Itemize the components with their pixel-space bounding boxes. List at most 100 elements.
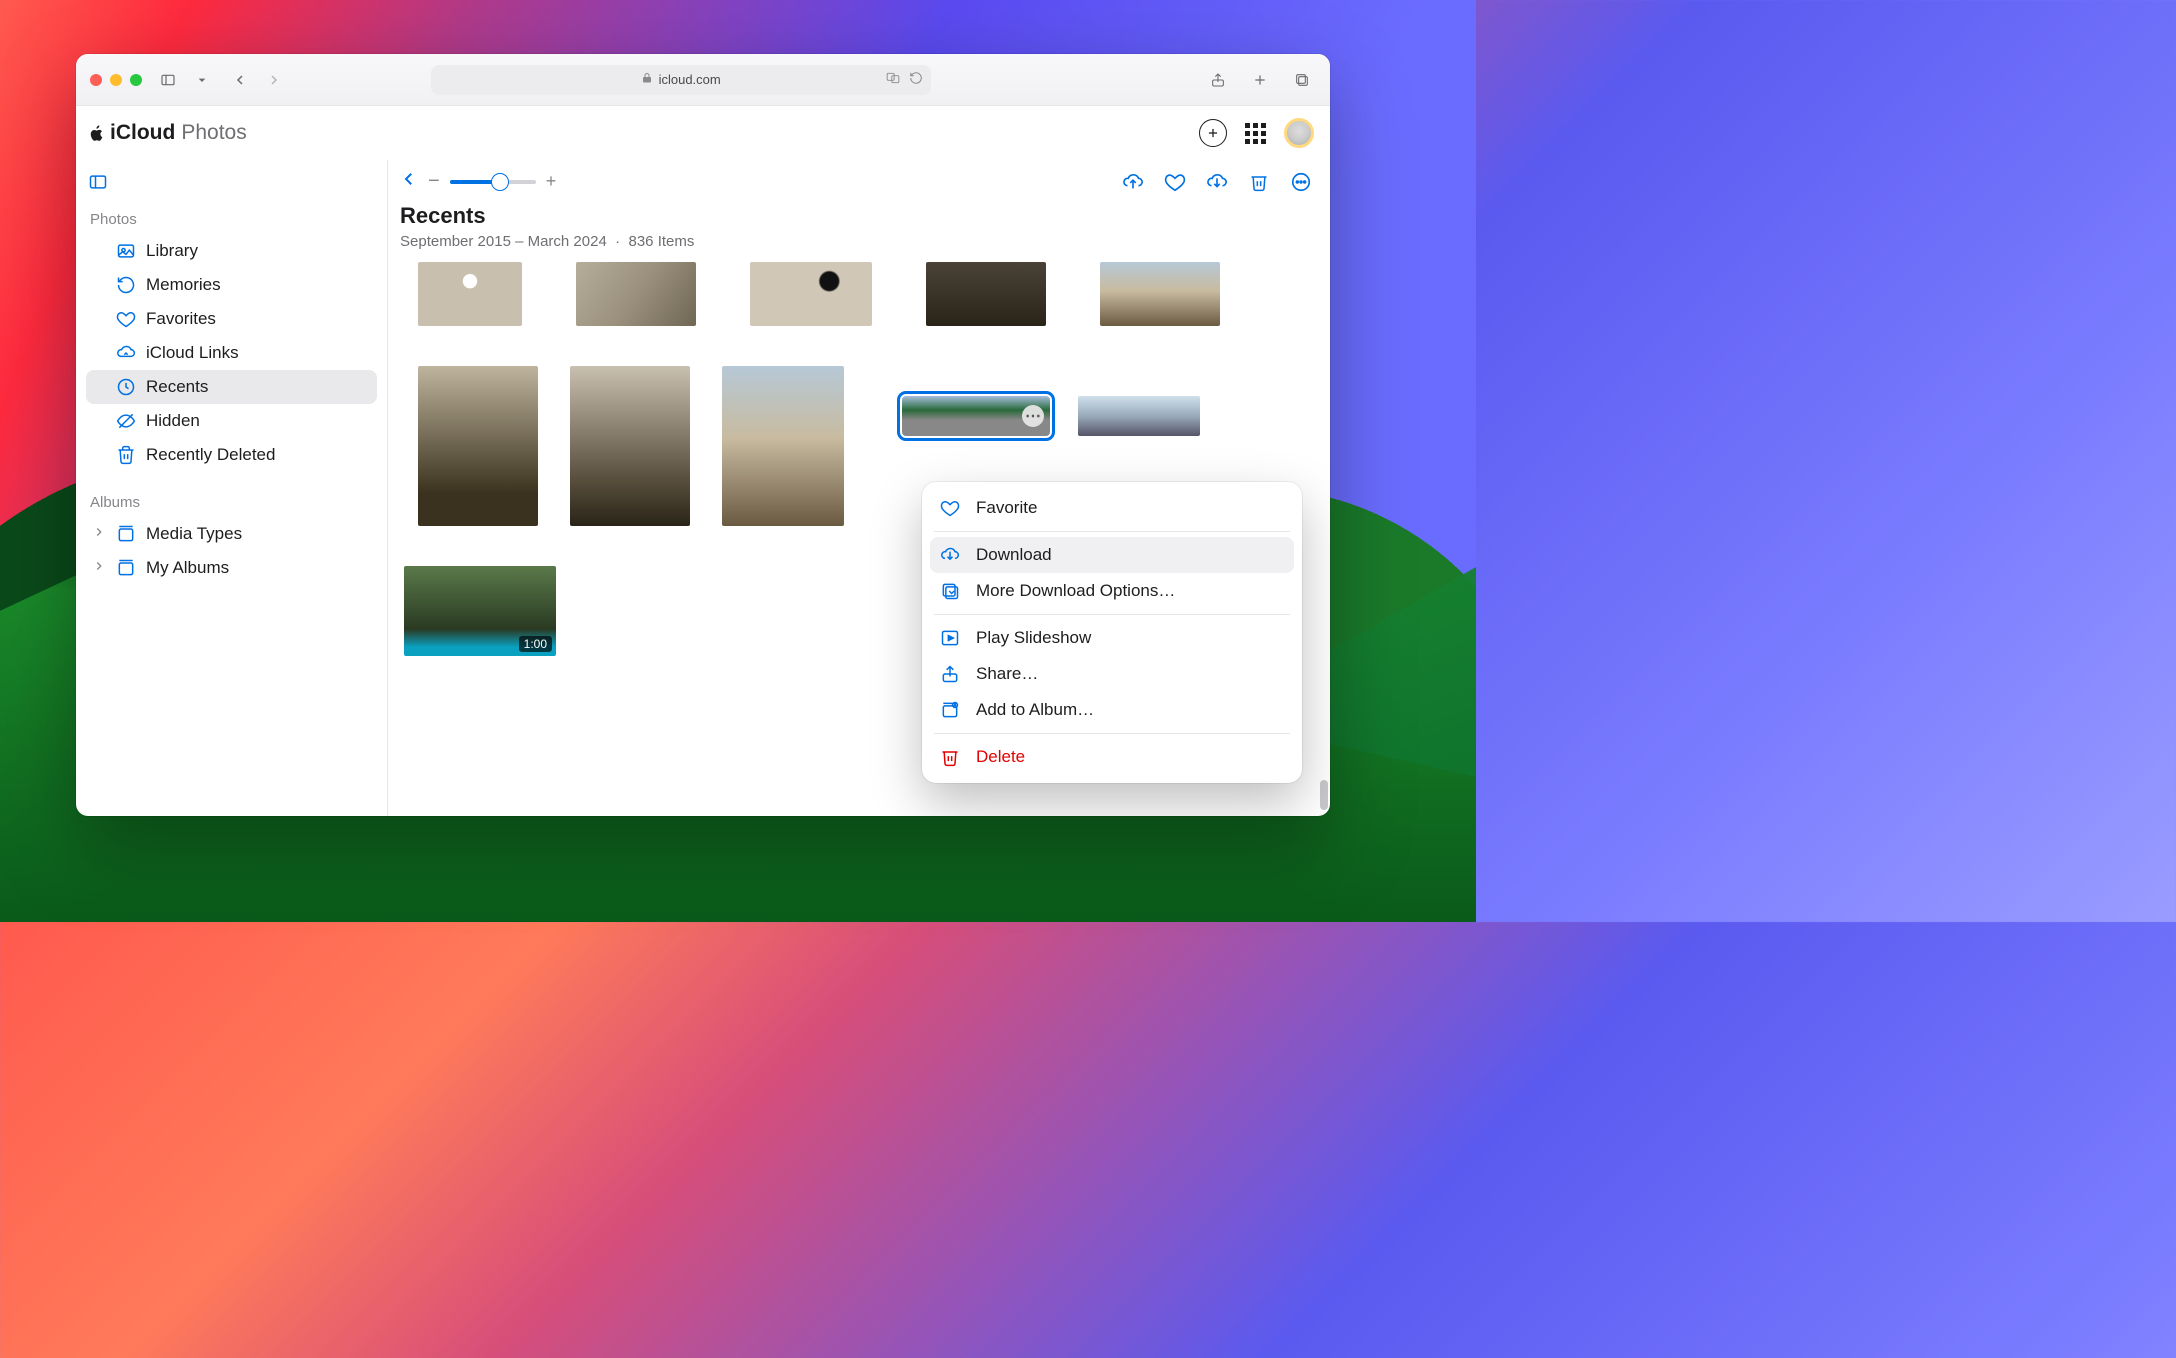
menu-download[interactable]: Download xyxy=(930,537,1294,573)
content-heading: Recents September 2015 – March 2024 · 83… xyxy=(388,197,1330,254)
brand-label: iCloud xyxy=(110,121,175,145)
sidebar-item-favorites[interactable]: Favorites xyxy=(86,302,377,336)
lock-icon xyxy=(641,72,653,87)
menu-label: Favorite xyxy=(976,498,1037,518)
memories-icon xyxy=(116,275,138,295)
sidebar-label: Favorites xyxy=(146,309,216,329)
play-icon xyxy=(940,628,962,648)
more-icon[interactable] xyxy=(1290,171,1312,193)
sidebar-label: My Albums xyxy=(146,558,229,578)
new-tab-button[interactable] xyxy=(1246,66,1274,94)
photo-thumb[interactable] xyxy=(418,366,538,526)
library-icon xyxy=(116,241,138,261)
photo-thumb[interactable] xyxy=(926,262,1046,326)
cloud-link-icon xyxy=(116,343,138,363)
menu-more-download[interactable]: More Download Options… xyxy=(930,573,1294,609)
app-title[interactable]: iCloud Photos xyxy=(88,121,247,145)
photo-thumb[interactable] xyxy=(750,262,872,326)
upload-icon[interactable] xyxy=(1122,171,1144,193)
content-toolbar: − + xyxy=(388,160,1330,197)
tab-dropdown-button[interactable] xyxy=(194,66,210,94)
chevron-right-icon xyxy=(92,524,106,544)
reload-icon[interactable] xyxy=(909,71,923,88)
main-content: − + Recents September 2015 – March 2024 xyxy=(388,160,1330,816)
sidebar-label: Memories xyxy=(146,275,221,295)
zoom-slider[interactable] xyxy=(450,180,536,184)
photo-thumb-selected[interactable]: ⋯ xyxy=(902,396,1050,436)
video-duration: 1:00 xyxy=(519,636,552,652)
menu-label: More Download Options… xyxy=(976,581,1175,601)
sidebar-collapse-button[interactable] xyxy=(88,172,377,197)
zoom-in-button[interactable]: + xyxy=(546,171,557,192)
trash-icon xyxy=(940,747,962,767)
favorite-icon[interactable] xyxy=(1164,171,1186,193)
fullscreen-window-button[interactable] xyxy=(130,74,142,86)
chevron-right-icon xyxy=(92,558,106,578)
photo-thumb[interactable] xyxy=(722,366,844,526)
photo-thumb[interactable] xyxy=(418,262,522,326)
sidebar-item-library[interactable]: Library xyxy=(86,234,377,268)
sidebar-item-recently-deleted[interactable]: Recently Deleted xyxy=(86,438,377,472)
sidebar-label: Media Types xyxy=(146,524,242,544)
apple-logo-icon xyxy=(88,124,106,142)
share-button[interactable] xyxy=(1204,66,1232,94)
sidebar-label: Hidden xyxy=(146,411,200,431)
sidebar-item-media-types[interactable]: Media Types xyxy=(86,517,377,551)
share-icon xyxy=(940,664,962,684)
menu-slideshow[interactable]: Play Slideshow xyxy=(930,620,1294,656)
close-window-button[interactable] xyxy=(90,74,102,86)
photo-thumb[interactable] xyxy=(1078,396,1200,436)
sidebar-item-recents[interactable]: Recents xyxy=(86,370,377,404)
photo-thumb[interactable] xyxy=(576,262,696,326)
clock-icon xyxy=(116,377,138,397)
sidebar-label: Recents xyxy=(146,377,208,397)
sidebar-item-hidden[interactable]: Hidden xyxy=(86,404,377,438)
thumb-more-button[interactable]: ⋯ xyxy=(1022,405,1044,427)
download-options-icon xyxy=(940,581,962,601)
album-icon xyxy=(116,524,138,544)
nav-forward-button[interactable] xyxy=(260,66,288,94)
menu-label: Download xyxy=(976,545,1052,565)
trash-icon xyxy=(116,445,138,465)
cloud-download-icon xyxy=(940,545,962,565)
back-button[interactable] xyxy=(400,170,418,193)
sidebar-item-my-albums[interactable]: My Albums xyxy=(86,551,377,585)
sidebar: Photos Library Memories Favorites iCloud… xyxy=(76,160,388,816)
browser-toolbar: icloud.com xyxy=(76,54,1330,106)
upload-plus-button[interactable] xyxy=(1199,119,1227,147)
nav-back-button[interactable] xyxy=(226,66,254,94)
photo-thumb[interactable] xyxy=(1100,262,1220,326)
sidebar-item-memories[interactable]: Memories xyxy=(86,268,377,302)
menu-delete[interactable]: Delete xyxy=(930,739,1294,775)
sidebar-label: iCloud Links xyxy=(146,343,239,363)
address-host: icloud.com xyxy=(659,72,721,87)
sidebar-toggle-button[interactable] xyxy=(154,66,182,94)
video-thumb[interactable]: 1:00 xyxy=(404,566,556,656)
account-avatar[interactable] xyxy=(1284,118,1314,148)
translate-icon[interactable] xyxy=(885,71,901,88)
download-icon[interactable] xyxy=(1206,171,1228,193)
scrollbar-thumb[interactable] xyxy=(1320,780,1328,810)
section-label: Photos xyxy=(181,121,246,145)
photo-thumb[interactable] xyxy=(570,366,690,526)
menu-label: Share… xyxy=(976,664,1038,684)
album-icon xyxy=(116,558,138,578)
menu-share[interactable]: Share… xyxy=(930,656,1294,692)
browser-window: icloud.com iCloud Photos xyxy=(76,54,1330,816)
menu-favorite[interactable]: Favorite xyxy=(930,490,1294,526)
add-album-icon xyxy=(940,700,962,720)
address-bar[interactable]: icloud.com xyxy=(431,65,931,95)
zoom-out-button[interactable]: − xyxy=(428,170,440,193)
app-launcher-button[interactable] xyxy=(1245,123,1266,144)
menu-add-album[interactable]: Add to Album… xyxy=(930,692,1294,728)
sidebar-section-albums: Albums xyxy=(90,494,377,511)
delete-icon[interactable] xyxy=(1248,171,1270,193)
zoom-control: − + xyxy=(428,170,556,193)
date-range: September 2015 – March 2024 xyxy=(400,233,607,250)
menu-label: Add to Album… xyxy=(976,700,1094,720)
sidebar-section-photos: Photos xyxy=(90,211,377,228)
context-menu: Favorite Download More Download Options…… xyxy=(922,482,1302,783)
minimize-window-button[interactable] xyxy=(110,74,122,86)
tabs-overview-button[interactable] xyxy=(1288,66,1316,94)
sidebar-item-icloud-links[interactable]: iCloud Links xyxy=(86,336,377,370)
